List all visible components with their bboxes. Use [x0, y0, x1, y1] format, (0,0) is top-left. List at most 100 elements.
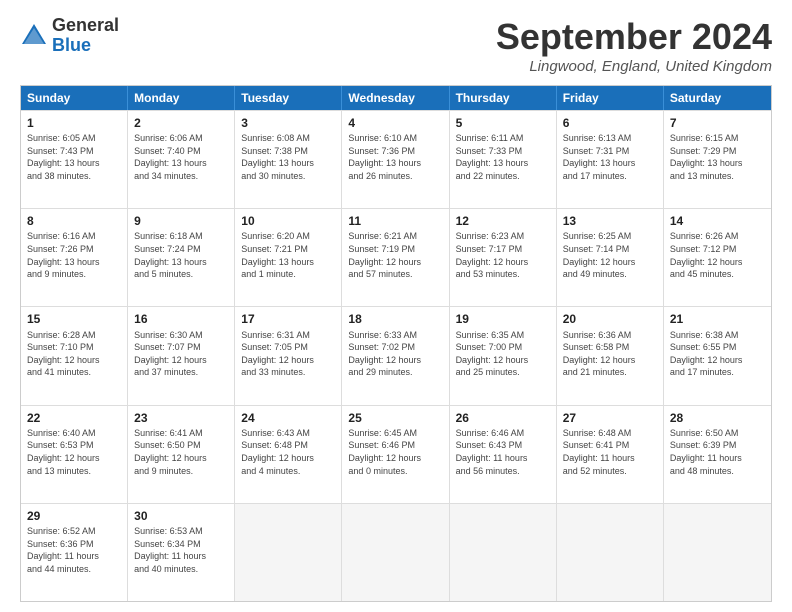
logo: General Blue	[20, 16, 119, 56]
weekday-tuesday: Tuesday	[235, 86, 342, 110]
day-number: 25	[348, 410, 442, 426]
day-info: Sunrise: 6:05 AM Sunset: 7:43 PM Dayligh…	[27, 132, 121, 182]
day-number: 27	[563, 410, 657, 426]
day-info: Sunrise: 6:18 AM Sunset: 7:24 PM Dayligh…	[134, 230, 228, 280]
weekday-thursday: Thursday	[450, 86, 557, 110]
table-row: 17 Sunrise: 6:31 AM Sunset: 7:05 PM Dayli…	[235, 307, 342, 404]
day-number: 14	[670, 213, 765, 229]
day-number: 17	[241, 311, 335, 327]
day-info: Sunrise: 6:52 AM Sunset: 6:36 PM Dayligh…	[27, 525, 121, 575]
table-row: 21Sunrise: 6:38 AM Sunset: 6:55 PM Dayli…	[664, 307, 771, 404]
location: Lingwood, England, United Kingdom	[496, 58, 772, 75]
day-info: Sunrise: 6:23 AM Sunset: 7:17 PM Dayligh…	[456, 230, 550, 280]
table-row: 10Sunrise: 6:20 AM Sunset: 7:21 PM Dayli…	[235, 209, 342, 306]
logo-general: General	[52, 16, 119, 36]
calendar-row: 15 Sunrise: 6:28 AM Sunset: 7:10 PM Dayli…	[21, 306, 771, 404]
day-number: 11	[348, 213, 442, 229]
logo-icon	[20, 22, 48, 50]
calendar-row: 29Sunrise: 6:52 AM Sunset: 6:36 PM Dayli…	[21, 503, 771, 601]
day-info: Sunrise: 6:08 AM Sunset: 7:38 PM Dayligh…	[241, 132, 335, 182]
table-row	[342, 504, 449, 601]
table-row: 29Sunrise: 6:52 AM Sunset: 6:36 PM Dayli…	[21, 504, 128, 601]
day-number: 23	[134, 410, 228, 426]
weekday-sunday: Sunday	[21, 86, 128, 110]
weekday-friday: Friday	[557, 86, 664, 110]
day-number: 29	[27, 508, 121, 524]
day-number: 13	[563, 213, 657, 229]
day-number: 28	[670, 410, 765, 426]
day-info: Sunrise: 6:35 AM Sunset: 7:00 PM Dayligh…	[456, 329, 550, 379]
day-number: 3	[241, 115, 335, 131]
day-info: Sunrise: 6:48 AM Sunset: 6:41 PM Dayligh…	[563, 427, 657, 477]
weekday-monday: Monday	[128, 86, 235, 110]
day-info: Sunrise: 6:28 AM Sunset: 7:10 PM Dayligh…	[27, 329, 121, 379]
weekday-saturday: Saturday	[664, 86, 771, 110]
title-block: September 2024 Lingwood, England, United…	[496, 16, 772, 75]
day-number: 2	[134, 115, 228, 131]
table-row	[235, 504, 342, 601]
table-row: 20 Sunrise: 6:36 AM Sunset: 6:58 PM Dayli…	[557, 307, 664, 404]
table-row: 22Sunrise: 6:40 AM Sunset: 6:53 PM Dayli…	[21, 406, 128, 503]
day-info: Sunrise: 6:53 AM Sunset: 6:34 PM Dayligh…	[134, 525, 228, 575]
table-row: 24Sunrise: 6:43 AM Sunset: 6:48 PM Dayli…	[235, 406, 342, 503]
day-info: Sunrise: 6:25 AM Sunset: 7:14 PM Dayligh…	[563, 230, 657, 280]
day-info: Sunrise: 6:45 AM Sunset: 6:46 PM Dayligh…	[348, 427, 442, 477]
day-number: 16	[134, 311, 228, 327]
day-info: Sunrise: 6:33 AM Sunset: 7:02 PM Dayligh…	[348, 329, 442, 379]
day-info: Sunrise: 6:31 AM Sunset: 7:05 PM Dayligh…	[241, 329, 335, 379]
day-info: Sunrise: 6:36 AM Sunset: 6:58 PM Dayligh…	[563, 329, 657, 379]
day-info: Sunrise: 6:50 AM Sunset: 6:39 PM Dayligh…	[670, 427, 765, 477]
table-row	[450, 504, 557, 601]
weekday-wednesday: Wednesday	[342, 86, 449, 110]
day-number: 15	[27, 311, 121, 327]
page-header: General Blue September 2024 Lingwood, En…	[20, 16, 772, 75]
table-row: 23Sunrise: 6:41 AM Sunset: 6:50 PM Dayli…	[128, 406, 235, 503]
day-info: Sunrise: 6:06 AM Sunset: 7:40 PM Dayligh…	[134, 132, 228, 182]
day-info: Sunrise: 6:26 AM Sunset: 7:12 PM Dayligh…	[670, 230, 765, 280]
day-number: 4	[348, 115, 442, 131]
day-number: 22	[27, 410, 121, 426]
table-row: 9Sunrise: 6:18 AM Sunset: 7:24 PM Daylig…	[128, 209, 235, 306]
table-row: 25Sunrise: 6:45 AM Sunset: 6:46 PM Dayli…	[342, 406, 449, 503]
table-row	[664, 504, 771, 601]
day-info: Sunrise: 6:41 AM Sunset: 6:50 PM Dayligh…	[134, 427, 228, 477]
table-row: 16Sunrise: 6:30 AM Sunset: 7:07 PM Dayli…	[128, 307, 235, 404]
calendar-header: Sunday Monday Tuesday Wednesday Thursday…	[21, 86, 771, 110]
day-info: Sunrise: 6:10 AM Sunset: 7:36 PM Dayligh…	[348, 132, 442, 182]
day-number: 30	[134, 508, 228, 524]
day-number: 8	[27, 213, 121, 229]
day-number: 18	[348, 311, 442, 327]
day-info: Sunrise: 6:21 AM Sunset: 7:19 PM Dayligh…	[348, 230, 442, 280]
table-row: 13Sunrise: 6:25 AM Sunset: 7:14 PM Dayli…	[557, 209, 664, 306]
table-row: 30Sunrise: 6:53 AM Sunset: 6:34 PM Dayli…	[128, 504, 235, 601]
calendar-row: 1Sunrise: 6:05 AM Sunset: 7:43 PM Daylig…	[21, 110, 771, 208]
table-row: 11Sunrise: 6:21 AM Sunset: 7:19 PM Dayli…	[342, 209, 449, 306]
calendar-body: 1Sunrise: 6:05 AM Sunset: 7:43 PM Daylig…	[21, 110, 771, 601]
day-info: Sunrise: 6:13 AM Sunset: 7:31 PM Dayligh…	[563, 132, 657, 182]
month-title: September 2024	[496, 16, 772, 58]
day-number: 10	[241, 213, 335, 229]
day-info: Sunrise: 6:40 AM Sunset: 6:53 PM Dayligh…	[27, 427, 121, 477]
day-info: Sunrise: 6:38 AM Sunset: 6:55 PM Dayligh…	[670, 329, 765, 379]
day-info: Sunrise: 6:43 AM Sunset: 6:48 PM Dayligh…	[241, 427, 335, 477]
day-info: Sunrise: 6:15 AM Sunset: 7:29 PM Dayligh…	[670, 132, 765, 182]
table-row: 12Sunrise: 6:23 AM Sunset: 7:17 PM Dayli…	[450, 209, 557, 306]
day-info: Sunrise: 6:16 AM Sunset: 7:26 PM Dayligh…	[27, 230, 121, 280]
day-number: 19	[456, 311, 550, 327]
calendar-row: 22Sunrise: 6:40 AM Sunset: 6:53 PM Dayli…	[21, 405, 771, 503]
day-info: Sunrise: 6:20 AM Sunset: 7:21 PM Dayligh…	[241, 230, 335, 280]
table-row: 6Sunrise: 6:13 AM Sunset: 7:31 PM Daylig…	[557, 111, 664, 208]
calendar: Sunday Monday Tuesday Wednesday Thursday…	[20, 85, 772, 602]
day-number: 6	[563, 115, 657, 131]
day-info: Sunrise: 6:46 AM Sunset: 6:43 PM Dayligh…	[456, 427, 550, 477]
table-row: 7Sunrise: 6:15 AM Sunset: 7:29 PM Daylig…	[664, 111, 771, 208]
day-number: 24	[241, 410, 335, 426]
day-number: 12	[456, 213, 550, 229]
day-number: 26	[456, 410, 550, 426]
table-row: 5Sunrise: 6:11 AM Sunset: 7:33 PM Daylig…	[450, 111, 557, 208]
day-number: 7	[670, 115, 765, 131]
day-number: 9	[134, 213, 228, 229]
day-number: 20	[563, 311, 657, 327]
table-row: 15 Sunrise: 6:28 AM Sunset: 7:10 PM Dayli…	[21, 307, 128, 404]
table-row: 3Sunrise: 6:08 AM Sunset: 7:38 PM Daylig…	[235, 111, 342, 208]
